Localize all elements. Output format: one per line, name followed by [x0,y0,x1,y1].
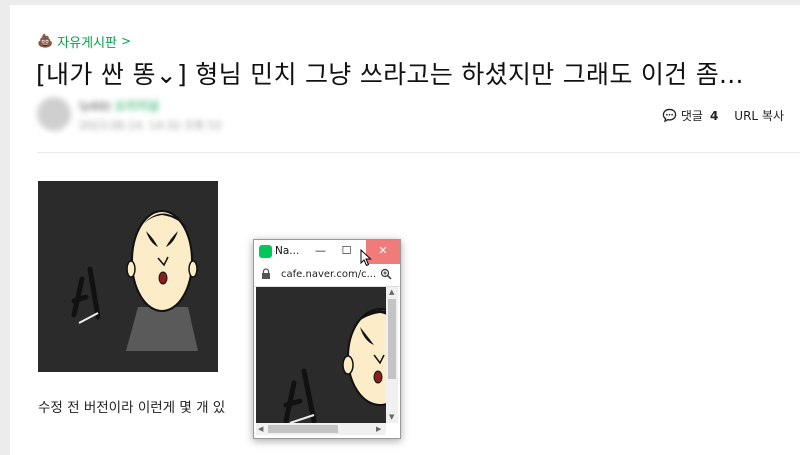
popup-title: Na... [275,245,300,257]
scroll-left-arrow-icon[interactable]: ◀ [258,425,263,433]
avatar[interactable] [37,97,71,131]
maximize-button[interactable]: ☐ [334,240,359,264]
address-text: cafe.naver.com/c... [281,269,377,280]
post-meta: 2023.06.14. 14:32 조회 52 [79,119,222,132]
board-link[interactable]: 💩 자유게시판 > [37,31,131,51]
author-name[interactable]: lyddz 오리지널 [79,97,159,114]
article-page: 💩 자유게시판 > [내가 싼 똥⌄] 형님 민치 그냥 쓰라고는 하셨지만 그… [10,5,800,455]
scroll-down-arrow-icon[interactable]: ▼ [389,413,394,421]
post-image[interactable] [38,181,218,372]
post-tools: 댓글 4 URL 복사 [662,107,784,124]
board-name: 자유게시판 [57,35,117,51]
horizontal-scrollbar[interactable]: ◀ ▶ [256,423,386,435]
popup-window[interactable]: Na... — ☐ ✕ cafe.naver.com/c... ▲ ▼ ◀ ▶ [253,239,401,439]
minimize-button[interactable]: — [308,240,333,264]
url-copy-button[interactable]: URL 복사 [734,107,784,124]
scroll-right-arrow-icon[interactable]: ▶ [376,425,381,433]
comment-bubble-icon [662,108,677,123]
vertical-scroll-thumb[interactable] [388,299,396,379]
comments-count: 4 [709,108,719,123]
cafe-green-icon [259,245,272,258]
comments-button[interactable]: 댓글 4 [662,107,718,124]
address-bar[interactable]: cafe.naver.com/c... [254,264,400,287]
lock-icon [262,268,270,279]
comments-label: 댓글 [680,109,703,123]
popup-titlebar[interactable]: Na... — ☐ ✕ [254,240,400,264]
author-info[interactable]: lyddz 오리지널 2023.06.14. 14:32 조회 52 [37,93,247,137]
zoom-icon[interactable] [380,268,392,280]
mouse-cursor-icon [360,249,372,267]
cartoon-illustration-zoomed [256,287,386,423]
divider [37,152,800,153]
post-title: [내가 싼 똥⌄] 형님 민치 그냥 쓰라고는 하셨지만 그래도 이건 좀... [36,60,744,89]
post-caption: 수정 전 버전이라 이런게 몇 개 있 [38,400,226,416]
cartoon-illustration [38,181,218,372]
vertical-scrollbar[interactable]: ▲ ▼ [386,287,398,423]
poop-emoji-icon: 💩 [37,33,54,49]
popup-image-view[interactable] [256,287,386,423]
scroll-up-arrow-icon[interactable]: ▲ [389,288,394,296]
horizontal-scroll-thumb[interactable] [268,425,338,433]
chevron-right-icon: > [121,34,132,48]
